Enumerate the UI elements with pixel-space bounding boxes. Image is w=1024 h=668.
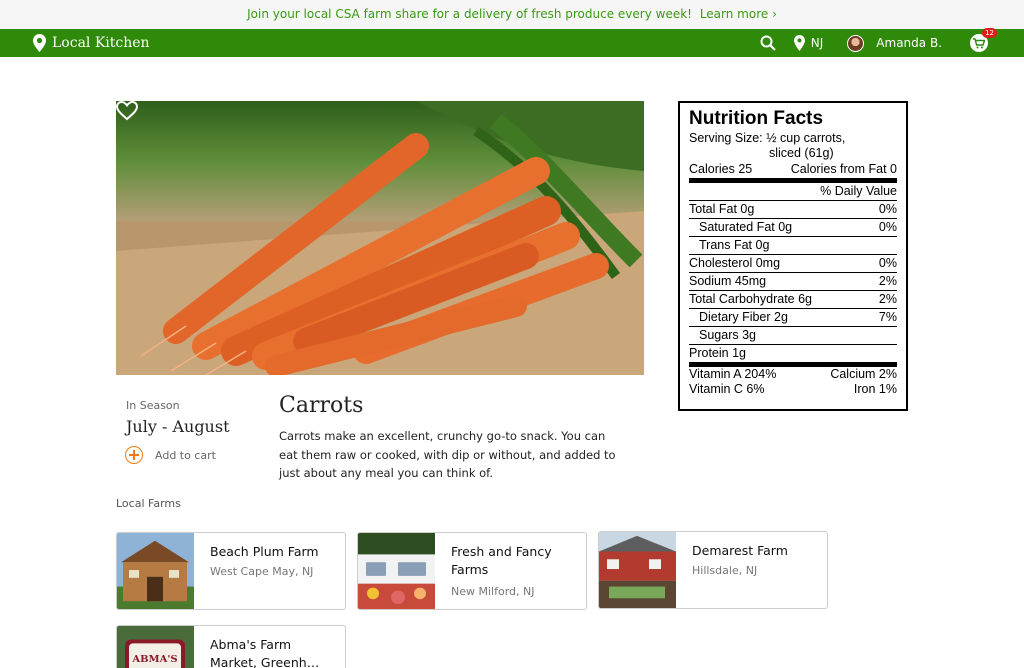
nutrient-row: Sodium 45mg 2% bbox=[689, 273, 897, 291]
nutrient-value: 0% bbox=[878, 256, 897, 270]
top-nav: Local Kitchen NJ Amanda B. 12 bbox=[0, 28, 1024, 57]
search-icon bbox=[760, 35, 776, 51]
farm-sign-text: ABMA'S bbox=[131, 654, 177, 665]
calories-from-fat: Calories from Fat 0 bbox=[790, 162, 897, 176]
nutrient-label: Dietary Fiber 2g bbox=[699, 310, 788, 324]
farm-name: Demarest Farm bbox=[692, 543, 788, 558]
calories-row: Calories 25 Calories from Fat 0 bbox=[689, 161, 897, 183]
daily-value-header: % Daily Value bbox=[689, 183, 897, 201]
nutrient-value: 7% bbox=[878, 310, 897, 324]
vitamin-left: Vitamin A 204% bbox=[689, 367, 777, 381]
nutrient-label: Sugars 3g bbox=[699, 328, 756, 342]
cart-button[interactable]: 12 bbox=[970, 28, 997, 52]
nutrient-value: 0% bbox=[878, 202, 897, 216]
add-circle-icon bbox=[125, 446, 143, 464]
nutrient-row: Saturated Fat 0g 0% bbox=[689, 219, 897, 237]
vitamin-row: Vitamin C 6% Iron 1% bbox=[689, 382, 897, 397]
farm-photo bbox=[599, 532, 676, 608]
nutrient-label: Total Carbohydrate 6g bbox=[689, 292, 812, 306]
nutrient-label: Total Fat 0g bbox=[689, 202, 755, 216]
calories: Calories 25 bbox=[689, 162, 753, 176]
farm-name: Fresh and Fancy Farms bbox=[451, 544, 552, 577]
nutrient-row: Dietary Fiber 2g 7% bbox=[689, 309, 897, 327]
nutrient-value: 0% bbox=[878, 220, 897, 234]
promo-banner: Join your local CSA farm share for a del… bbox=[0, 0, 1024, 29]
promo-text: Join your local CSA farm share for a del… bbox=[247, 7, 692, 21]
add-to-cart-label: Add to cart bbox=[155, 448, 216, 462]
nutrient-row: Total Carbohydrate 6g 2% bbox=[689, 291, 897, 309]
carrots-illustration bbox=[116, 101, 644, 375]
location-pin-icon bbox=[793, 35, 805, 51]
nutrient-value: 2% bbox=[878, 274, 897, 288]
nutrient-row: Protein 1g bbox=[689, 345, 897, 362]
avatar bbox=[847, 34, 865, 52]
nutrition-title: Nutrition Facts bbox=[689, 108, 824, 129]
farm-location: New Milford, NJ bbox=[451, 585, 535, 598]
nav-actions: NJ Amanda B. 12 bbox=[742, 28, 997, 57]
nutrient-value: 2% bbox=[878, 292, 897, 306]
farm-name: Abma's Farm Market, Greenh… bbox=[210, 637, 320, 668]
nutrient-row: Cholesterol 0mg 0% bbox=[689, 255, 897, 273]
season-value: July - August bbox=[126, 417, 230, 436]
brand-name: Local Kitchen bbox=[52, 35, 150, 51]
farm-card[interactable]: Demarest Farm Hillsdale, NJ bbox=[598, 531, 828, 609]
farm-photo: ABMA'S bbox=[117, 626, 194, 668]
farm-card[interactable]: ABMA'S Abma's Farm Market, Greenh… bbox=[116, 625, 346, 668]
farm-location: West Cape May, NJ bbox=[210, 565, 314, 578]
nutrient-label: Saturated Fat 0g bbox=[699, 220, 793, 234]
product-image bbox=[116, 101, 644, 375]
page-title: Carrots bbox=[279, 393, 364, 418]
location-selector[interactable]: NJ bbox=[793, 35, 824, 51]
nutrient-label: Cholesterol 0mg bbox=[689, 256, 781, 270]
user-name: Amanda B. bbox=[876, 36, 942, 50]
farm-card[interactable]: Fresh and Fancy Farms New Milford, NJ bbox=[357, 532, 587, 610]
nutrition-facts-panel: Nutrition Facts Serving Size: ½ cup carr… bbox=[678, 101, 908, 411]
farm-location: Hillsdale, NJ bbox=[692, 564, 758, 577]
local-farms-heading: Local Farms bbox=[116, 497, 181, 510]
vitamin-right: Calcium 2% bbox=[830, 367, 897, 381]
cart-icon: 12 bbox=[970, 28, 997, 52]
cart-count-badge: 12 bbox=[982, 28, 997, 38]
nutrient-label: Protein 1g bbox=[689, 346, 746, 360]
farm-name: Beach Plum Farm bbox=[210, 544, 319, 559]
vitamin-rows: Vitamin A 204% Calcium 2% Vitamin C 6% Iron… bbox=[689, 362, 897, 397]
nutrient-row: Trans Fat 0g bbox=[689, 237, 897, 255]
map-pin-leaf-icon bbox=[33, 34, 46, 52]
nutrient-rows: Total Fat 0g 0% Saturated Fat 0g 0% Trans Fa… bbox=[689, 201, 897, 362]
search-button[interactable] bbox=[760, 35, 776, 51]
serving-size: Serving Size: ½ cup carrots, sliced (61g… bbox=[689, 131, 897, 161]
farm-photo bbox=[117, 533, 194, 609]
location-label: NJ bbox=[810, 36, 824, 50]
vitamin-left: Vitamin C 6% bbox=[689, 382, 765, 396]
nutrient-label: Trans Fat 0g bbox=[699, 238, 770, 252]
vitamin-right: Iron 1% bbox=[853, 382, 897, 396]
nutrient-label: Sodium 45mg bbox=[689, 274, 767, 288]
serving-line-2: sliced (61g) bbox=[769, 146, 834, 160]
product-description: Carrots make an excellent, crunchy go-to… bbox=[279, 429, 616, 480]
add-to-cart-button[interactable]: Add to cart bbox=[125, 446, 216, 464]
farm-card[interactable]: Beach Plum Farm West Cape May, NJ bbox=[116, 532, 346, 610]
learn-more-link[interactable]: Learn more › bbox=[700, 7, 777, 21]
farm-photo bbox=[358, 533, 435, 609]
nutrient-row: Total Fat 0g 0% bbox=[689, 201, 897, 219]
user-menu[interactable]: Amanda B. bbox=[847, 34, 942, 52]
season-label: In Season bbox=[126, 399, 180, 412]
favorite-heart-icon[interactable] bbox=[116, 101, 138, 121]
serving-line-1: Serving Size: ½ cup carrots, bbox=[689, 131, 846, 145]
brand-logo[interactable]: Local Kitchen bbox=[33, 29, 150, 57]
nutrient-row: Sugars 3g bbox=[689, 327, 897, 345]
vitamin-row: Vitamin A 204% Calcium 2% bbox=[689, 367, 897, 382]
